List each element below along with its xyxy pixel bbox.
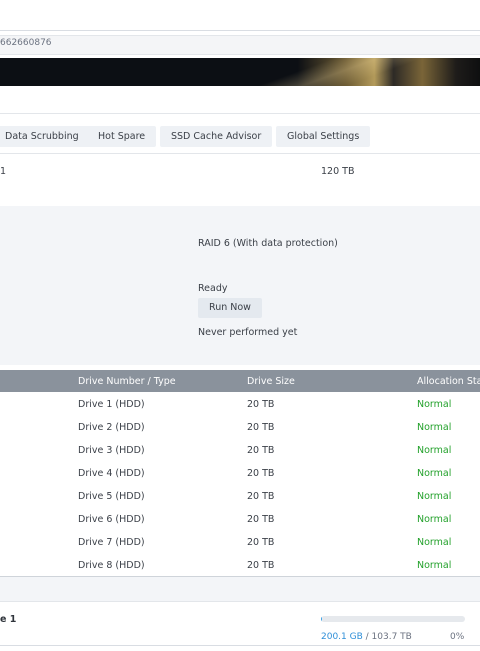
header-banner-image <box>0 58 480 86</box>
drive-table-header <box>0 370 480 392</box>
status-cell: Normal <box>417 491 451 502</box>
status-cell: Normal <box>417 468 451 479</box>
volume-name: e 1 <box>0 614 16 625</box>
summary-left-value: 1 <box>0 166 6 177</box>
table-row[interactable]: Drive 6 (HDD) 20 TB Normal <box>0 514 480 537</box>
size-cell: 20 TB <box>247 560 274 571</box>
volume-used: 200.1 GB <box>321 632 363 642</box>
tab-ssd-cache-advisor[interactable]: SSD Cache Advisor <box>160 126 272 147</box>
browser-toolbar <box>0 0 480 31</box>
status-cell: Normal <box>417 537 451 548</box>
status-cell: Normal <box>417 445 451 456</box>
status-cell: Normal <box>417 399 451 410</box>
column-header-drive[interactable]: Drive Number / Type <box>78 376 176 387</box>
volume-usage-text: 200.1 GB / 103.7 TB <box>321 632 412 642</box>
run-now-button[interactable]: Run Now <box>198 298 262 318</box>
address-bar[interactable] <box>0 35 480 55</box>
tab-global-settings[interactable]: Global Settings <box>276 126 370 147</box>
details-panel <box>0 206 480 365</box>
drive-cell: Drive 2 (HDD) <box>78 422 145 433</box>
last-run-value: Never performed yet <box>198 327 297 338</box>
capacity-value: 120 TB <box>321 166 354 177</box>
size-cell: 20 TB <box>247 514 274 525</box>
column-header-size[interactable]: Drive Size <box>247 376 295 387</box>
table-row[interactable]: Drive 1 (HDD) 20 TB Normal <box>0 399 480 422</box>
size-cell: 20 TB <box>247 491 274 502</box>
status-cell: Normal <box>417 422 451 433</box>
bottom-edge <box>0 645 480 651</box>
divider <box>0 153 480 154</box>
size-cell: 20 TB <box>247 445 274 456</box>
table-row[interactable]: Drive 7 (HDD) 20 TB Normal <box>0 537 480 560</box>
volume-section[interactable] <box>0 601 480 651</box>
drive-cell: Drive 3 (HDD) <box>78 445 145 456</box>
drive-cell: Drive 4 (HDD) <box>78 468 145 479</box>
raid-type-value: RAID 6 (With data protection) <box>198 238 338 249</box>
drive-cell: Drive 5 (HDD) <box>78 491 145 502</box>
drive-cell: Drive 8 (HDD) <box>78 560 145 571</box>
drive-cell: Drive 1 (HDD) <box>78 399 145 410</box>
divider <box>0 113 480 114</box>
tab-data-scrubbing[interactable]: Data Scrubbing <box>0 126 90 147</box>
table-row[interactable]: Drive 3 (HDD) 20 TB Normal <box>0 445 480 468</box>
drive-cell: Drive 6 (HDD) <box>78 514 145 525</box>
size-cell: 20 TB <box>247 537 274 548</box>
drive-cell: Drive 7 (HDD) <box>78 537 145 548</box>
table-row[interactable]: Drive 2 (HDD) 20 TB Normal <box>0 422 480 445</box>
status-cell: Normal <box>417 514 451 525</box>
table-row[interactable]: Drive 4 (HDD) 20 TB Normal <box>0 468 480 491</box>
tab-hot-spare[interactable]: Hot Spare <box>87 126 156 147</box>
column-header-allocation-status[interactable]: Allocation Sta <box>417 376 480 387</box>
size-cell: 20 TB <box>247 399 274 410</box>
section-spacer <box>0 577 480 601</box>
status-cell: Normal <box>417 560 451 571</box>
volume-total: / 103.7 TB <box>366 632 412 642</box>
table-row[interactable]: Drive 5 (HDD) 20 TB Normal <box>0 491 480 514</box>
size-cell: 20 TB <box>247 422 274 433</box>
address-text: 662660876 <box>0 38 52 48</box>
scrubbing-status: Ready <box>198 283 228 294</box>
volume-usage-percent: 0% <box>450 632 464 642</box>
size-cell: 20 TB <box>247 468 274 479</box>
volume-usage-bar <box>321 616 465 622</box>
